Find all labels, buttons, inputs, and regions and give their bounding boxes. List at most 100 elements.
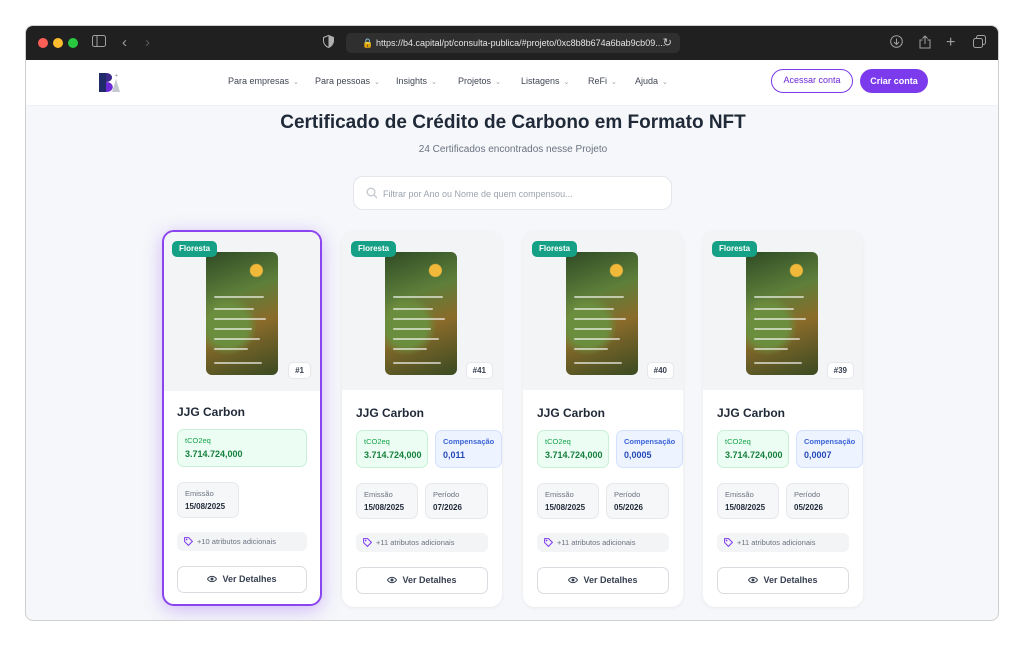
view-details-label: Ver Detalhes xyxy=(222,574,277,584)
view-details-label: Ver Detalhes xyxy=(583,575,638,585)
category-tag: Floresta xyxy=(532,241,578,257)
nav-ajuda[interactable]: Ajuda ⌄ xyxy=(635,76,668,86)
nav-label: Ajuda xyxy=(635,76,659,86)
page-title: Certificado de Crédito de Carbono em For… xyxy=(280,112,746,133)
view-details-button[interactable]: Ver Detalhes xyxy=(537,567,669,594)
zoom-window-button[interactable] xyxy=(68,38,78,48)
login-button[interactable]: Acessar conta xyxy=(771,69,853,93)
tco2eq-box: tCO2eq 3.714.724,000 xyxy=(537,430,609,468)
site-navbar: + Para empresas ⌄ Para pessoas ⌄ Insights ⌄… xyxy=(26,60,998,106)
nav-para-empresas[interactable]: Para empresas ⌄ xyxy=(228,76,299,86)
category-tag: Floresta xyxy=(351,241,397,257)
view-details-label: Ver Detalhes xyxy=(763,575,818,585)
nft-image-area[interactable]: Floresta #39 xyxy=(703,231,863,390)
minimize-window-button[interactable] xyxy=(53,38,63,48)
nft-image-area[interactable]: Floresta #41 xyxy=(342,231,502,390)
tco2eq-label: tCO2eq xyxy=(364,437,390,446)
view-details-button[interactable]: Ver Detalhes xyxy=(356,567,488,594)
signup-button[interactable]: Criar conta xyxy=(860,69,928,93)
b4-logo[interactable]: + xyxy=(98,69,124,95)
certificate-number: #41 xyxy=(465,362,493,379)
new-tab-icon[interactable]: + xyxy=(946,35,955,51)
nft-image-area[interactable]: Floresta #1 xyxy=(164,232,320,391)
tco2eq-box: tCO2eq 3.714.724,000 xyxy=(717,430,789,468)
periodo-value: 05/2026 xyxy=(794,503,823,512)
search-input[interactable] xyxy=(383,185,663,203)
nft-image-area[interactable]: Floresta #40 xyxy=(523,231,683,390)
nav-refi[interactable]: ReFi ⌄ xyxy=(588,76,617,86)
additional-attributes[interactable]: +10 atributos adicionais xyxy=(177,532,307,551)
certificate-card[interactable]: Floresta #40 JJG Carbon tCO2eq 3.714.724… xyxy=(523,231,683,607)
emissao-label: Emissão xyxy=(725,490,754,499)
share-icon[interactable] xyxy=(919,35,931,53)
sidebar-icon[interactable] xyxy=(92,35,106,51)
category-tag: Floresta xyxy=(712,241,758,257)
periodo-label: Período xyxy=(614,490,641,499)
nav-label: Para empresas xyxy=(228,76,290,86)
privacy-shield-icon[interactable] xyxy=(323,34,334,52)
certificate-card[interactable]: Floresta #1 JJG Carbon tCO2eq 3.714.724,… xyxy=(162,230,322,606)
nav-label: ReFi xyxy=(588,76,608,86)
view-details-button[interactable]: Ver Detalhes xyxy=(717,567,849,594)
attributes-text: +11 atributos adicionais xyxy=(737,538,816,547)
forward-icon[interactable]: › xyxy=(145,35,150,51)
additional-attributes[interactable]: +11 atributos adicionais xyxy=(356,533,488,552)
eye-icon xyxy=(568,576,579,584)
certificate-card[interactable]: Floresta #39 JJG Carbon tCO2eq 3.714.724… xyxy=(703,231,863,607)
card-title: JJG Carbon xyxy=(177,405,246,419)
periodo-box: Período 05/2026 xyxy=(786,483,849,519)
tco2eq-box: tCO2eq 3.714.724,000 xyxy=(177,429,307,467)
nav-insights[interactable]: Insights ⌄ xyxy=(396,76,437,86)
chevron-down-icon: ⌄ xyxy=(662,79,668,86)
tab-overview-icon[interactable] xyxy=(973,35,986,52)
nav-label: Projetos xyxy=(458,76,492,86)
tag-icon xyxy=(184,537,193,546)
periodo-value: 07/2026 xyxy=(433,503,462,512)
certificate-number: #1 xyxy=(288,362,311,379)
nft-certificate-image xyxy=(566,252,638,375)
address-bar[interactable]: 🔒 https://b4.capital/pt/consulta-publica… xyxy=(346,33,680,53)
compensacao-value: 0,011 xyxy=(443,450,466,460)
card-title: JJG Carbon xyxy=(717,406,786,420)
additional-attributes[interactable]: +11 atributos adicionais xyxy=(537,533,669,552)
periodo-label: Período xyxy=(433,490,460,499)
tag-icon xyxy=(724,538,733,547)
tco2eq-value: 3.714.724,000 xyxy=(725,450,783,460)
attributes-text: +11 atributos adicionais xyxy=(376,538,455,547)
card-title: JJG Carbon xyxy=(356,406,425,420)
back-icon[interactable]: ‹ xyxy=(122,35,127,51)
certificate-number: #39 xyxy=(826,362,854,379)
tco2eq-label: tCO2eq xyxy=(545,437,571,446)
compensacao-box: Compensação 0,011 xyxy=(435,430,502,468)
nft-certificate-image xyxy=(385,252,457,375)
view-details-label: Ver Detalhes xyxy=(402,575,457,585)
compensacao-label: Compensação xyxy=(624,437,676,446)
nav-projetos[interactable]: Projetos ⌄ xyxy=(458,76,501,86)
tco2eq-label: tCO2eq xyxy=(725,437,751,446)
tag-icon xyxy=(544,538,553,547)
emissao-label: Emissão xyxy=(545,490,574,499)
search-box[interactable] xyxy=(353,176,672,210)
tco2eq-label: tCO2eq xyxy=(185,436,211,445)
nav-listagens[interactable]: Listagens ⌄ xyxy=(521,76,569,86)
url-text: https://b4.capital/pt/consulta-publica/#… xyxy=(376,38,666,48)
nav-para-pessoas[interactable]: Para pessoas ⌄ xyxy=(315,76,380,86)
chevron-down-icon: ⌄ xyxy=(431,79,437,86)
tco2eq-value: 3.714.724,000 xyxy=(545,450,603,460)
emissao-box: Emissão 15/08/2025 xyxy=(717,483,779,519)
close-window-button[interactable] xyxy=(38,38,48,48)
download-icon[interactable] xyxy=(890,35,903,52)
chevron-down-icon: ⌄ xyxy=(611,79,617,86)
emissao-value: 15/08/2025 xyxy=(185,502,226,511)
reload-icon[interactable]: ↻ xyxy=(663,33,672,53)
chevron-down-icon: ⌄ xyxy=(563,79,570,86)
attributes-text: +11 atributos adicionais xyxy=(557,538,636,547)
view-details-button[interactable]: Ver Detalhes xyxy=(177,566,307,593)
certificate-card[interactable]: Floresta #41 JJG Carbon tCO2eq 3.714.724… xyxy=(342,231,502,607)
chevron-down-icon: ⌄ xyxy=(374,79,380,86)
tco2eq-value: 3.714.724,000 xyxy=(185,449,243,459)
periodo-label: Período xyxy=(794,490,821,499)
additional-attributes[interactable]: +11 atributos adicionais xyxy=(717,533,849,552)
compensacao-value: 0,0005 xyxy=(624,450,652,460)
browser-toolbar: ‹ › 🔒 https://b4.capital/pt/consulta-pub… xyxy=(26,26,998,60)
